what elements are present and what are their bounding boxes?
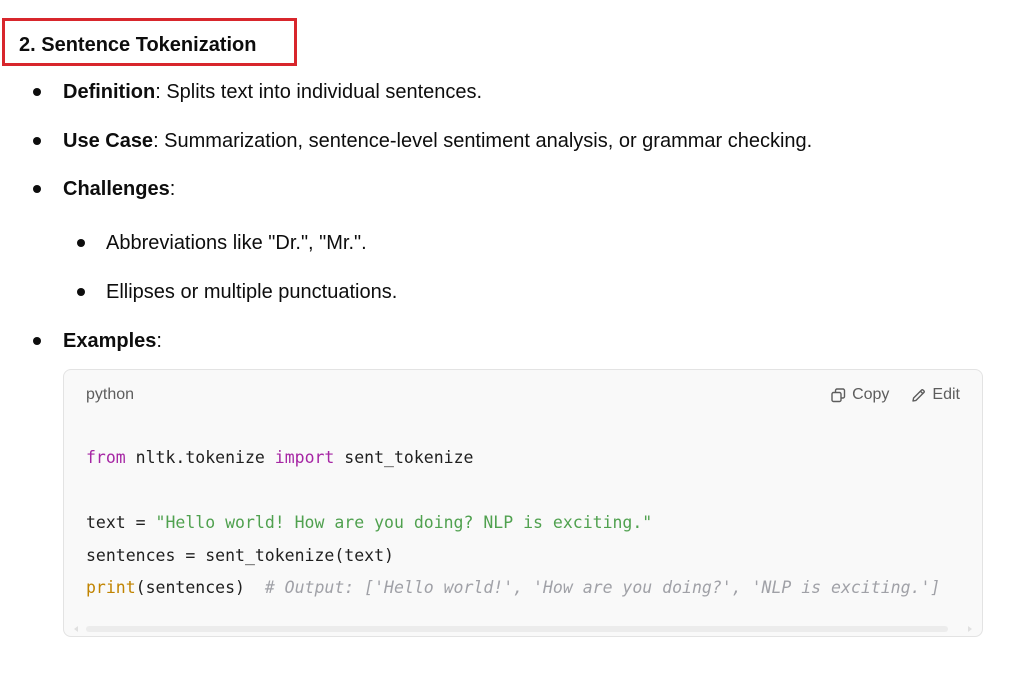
list-item-text: : bbox=[169, 178, 176, 200]
scrollbar-thumb[interactable] bbox=[86, 626, 948, 632]
section-heading: 2. Sentence Tokenization bbox=[19, 34, 257, 56]
list-item-challenges: Challenges: bbox=[33, 174, 176, 204]
code-string: "Hello world! How are you doing? NLP is … bbox=[155, 513, 653, 532]
code-builtin: print bbox=[86, 578, 136, 597]
copy-button[interactable]: Copy bbox=[831, 384, 889, 406]
bullet-dot bbox=[33, 337, 41, 345]
pencil-icon bbox=[911, 388, 926, 403]
sub-list-item: Ellipses or multiple punctuations. bbox=[77, 277, 398, 307]
list-item-definition: Definition: Splits text into individual … bbox=[33, 77, 483, 107]
bullet-dot bbox=[77, 288, 85, 296]
list-item-text: : Splits text into individual sentences. bbox=[155, 81, 483, 103]
code-keyword: from bbox=[86, 448, 126, 467]
edit-label: Edit bbox=[932, 386, 960, 403]
list-item-text: : bbox=[156, 330, 162, 352]
scroll-right-arrow-icon[interactable] bbox=[968, 626, 972, 632]
list-item-examples: Examples: bbox=[33, 326, 162, 356]
list-item-label: Use Case bbox=[63, 130, 154, 152]
sub-list-item-text: Ellipses or multiple punctuations. bbox=[106, 281, 398, 303]
bullet-dot bbox=[33, 88, 41, 96]
edit-button[interactable]: Edit bbox=[911, 384, 960, 406]
list-item-label: Challenges bbox=[63, 178, 170, 200]
code-text: sentences = sent_tokenize(text) bbox=[86, 545, 394, 565]
sub-list-item-text: Abbreviations like "Dr.", "Mr.". bbox=[106, 232, 367, 254]
list-item-label: Definition bbox=[63, 81, 156, 103]
sub-list-item: Abbreviations like "Dr.", "Mr.". bbox=[77, 228, 367, 258]
bullet-dot bbox=[33, 137, 41, 145]
copy-label: Copy bbox=[852, 386, 890, 403]
code-actions: Copy Edit bbox=[831, 384, 960, 406]
code-keyword: import bbox=[274, 448, 335, 467]
list-item-label: Examples bbox=[63, 330, 157, 352]
copy-icon bbox=[831, 387, 846, 403]
list-item-text: : Summarization, sentence-level sentimen… bbox=[153, 130, 813, 152]
list-item-use-case: Use Case: Summarization, sentence-level … bbox=[33, 126, 813, 156]
bullet-dot bbox=[33, 185, 41, 193]
code-text: text = bbox=[86, 513, 156, 532]
code-text: nltk.tokenize bbox=[125, 448, 275, 467]
code-content: from nltk.tokenize import sent_tokenize … bbox=[86, 442, 940, 605]
bullet-dot bbox=[77, 239, 85, 247]
scroll-left-arrow-icon[interactable] bbox=[74, 626, 78, 632]
code-text: sent_tokenize bbox=[334, 448, 474, 467]
code-language-label: python bbox=[86, 386, 135, 403]
code-text: (sentences) bbox=[135, 578, 265, 597]
code-block: python Copy Edit from nltk.tokenize impo… bbox=[63, 369, 983, 637]
horizontal-scrollbar[interactable] bbox=[72, 625, 974, 633]
code-comment: # Output: ['Hello world!', 'How are you … bbox=[264, 578, 941, 597]
